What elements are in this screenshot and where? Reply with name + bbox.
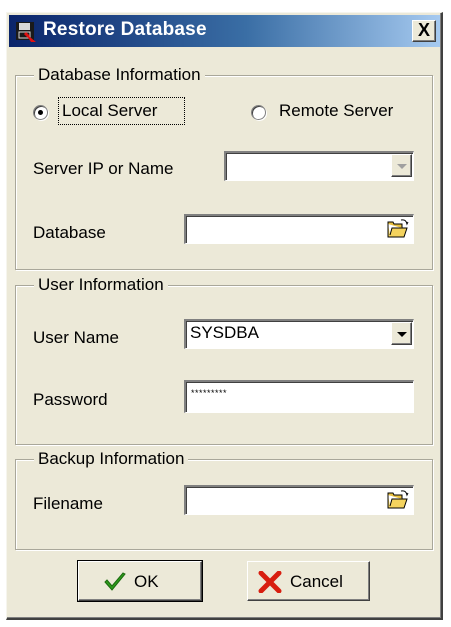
radio-selected-dot	[38, 110, 43, 115]
ok-label: OK	[134, 572, 159, 591]
database-information-group: Database Information Local Server Remote…	[15, 64, 433, 270]
password-masked-value: *********	[191, 388, 228, 398]
ok-button[interactable]: OK	[77, 560, 203, 602]
password-field[interactable]: *********	[184, 380, 414, 413]
checkmark-icon	[104, 572, 126, 591]
remote-server-label[interactable]: Remote Server	[279, 101, 393, 121]
restore-database-dialog: Restore Database X Database Information …	[6, 12, 443, 620]
window-title: Restore Database	[43, 19, 207, 40]
username-dropdown-button[interactable]	[391, 322, 412, 345]
close-icon: X	[417, 20, 430, 40]
backup-information-group: Backup Information Filename	[15, 448, 433, 550]
chevron-down-icon	[397, 164, 407, 169]
chevron-down-icon	[397, 332, 407, 337]
server-ip-label: Server IP or Name	[33, 159, 174, 178]
close-button[interactable]: X	[412, 20, 436, 42]
database-information-legend: Database Information	[34, 64, 205, 86]
cancel-label: Cancel	[290, 572, 343, 591]
open-folder-icon[interactable]	[387, 490, 409, 510]
open-folder-icon[interactable]	[387, 219, 409, 239]
password-label: Password	[33, 390, 108, 409]
title-bar[interactable]: Restore Database X	[9, 15, 440, 47]
database-label: Database	[33, 223, 106, 242]
username-value: SYSDBA	[190, 323, 259, 342]
database-restore-icon	[16, 22, 36, 42]
filename-field[interactable]	[184, 485, 414, 515]
cancel-button[interactable]: Cancel	[247, 561, 370, 601]
user-information-legend: User Information	[34, 274, 168, 296]
backup-information-legend: Backup Information	[34, 448, 189, 470]
filename-label: Filename	[33, 494, 103, 513]
username-label: User Name	[33, 328, 119, 347]
user-information-group: User Information User Name SYSDBA Passwo…	[15, 274, 433, 445]
cancel-x-icon	[258, 571, 282, 593]
username-combobox[interactable]: SYSDBA	[184, 319, 414, 349]
database-path-field[interactable]	[184, 214, 414, 244]
server-ip-combobox[interactable]	[224, 151, 414, 181]
server-ip-dropdown-button[interactable]	[391, 154, 412, 177]
remote-server-radio[interactable]	[251, 105, 266, 120]
local-server-label[interactable]: Local Server	[62, 101, 157, 121]
local-server-radio[interactable]	[33, 105, 48, 120]
